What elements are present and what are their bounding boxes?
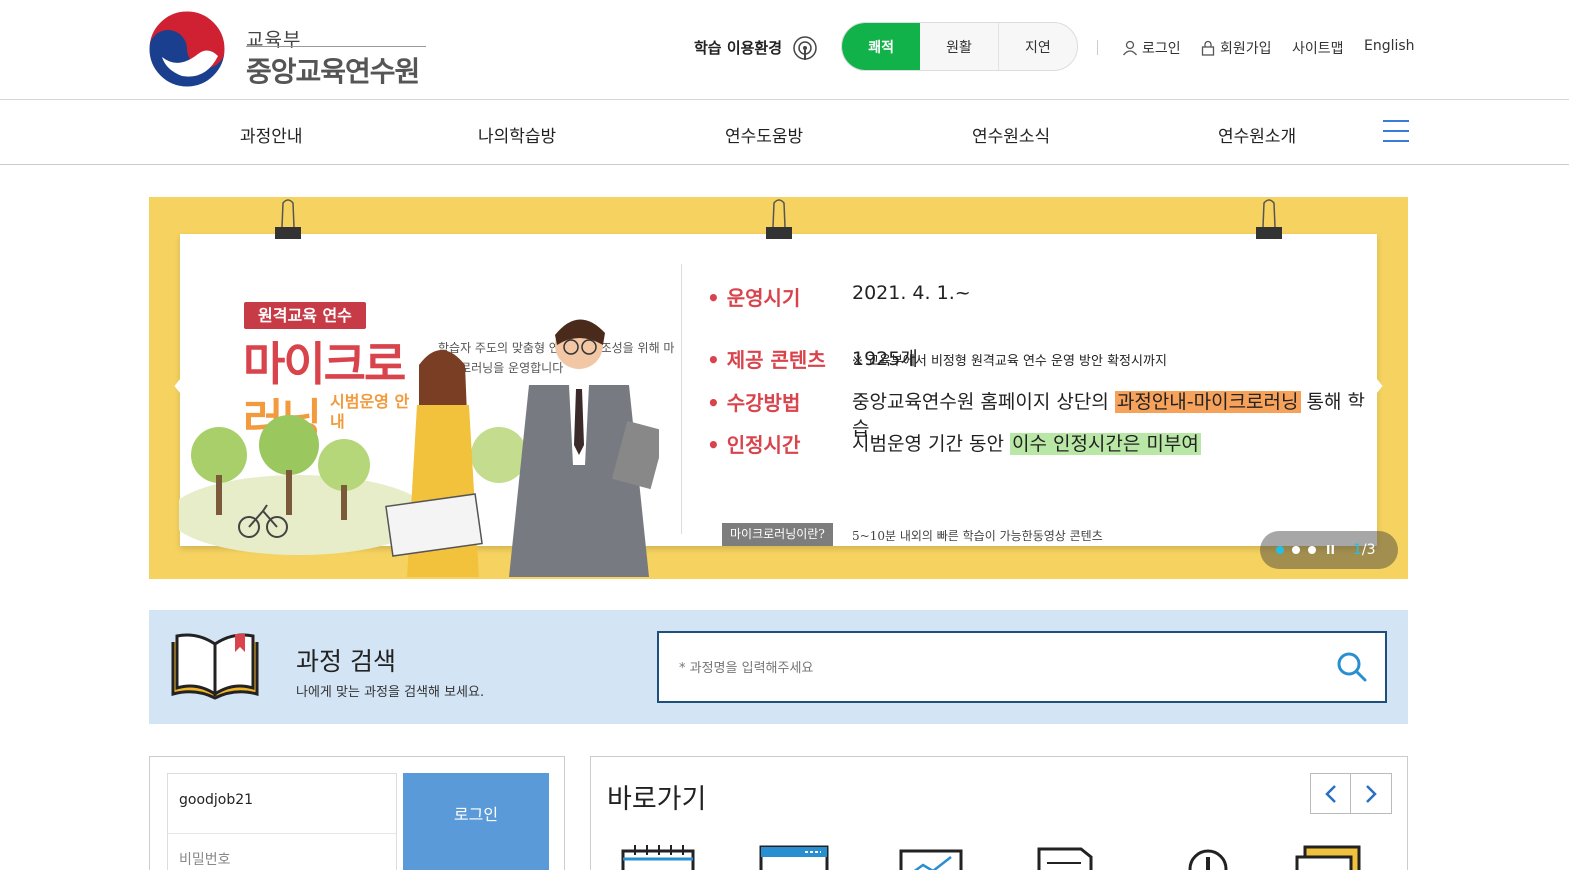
signup-link-label: 회원가입 xyxy=(1220,41,1272,57)
quick-links-panel: 바로가기 xyxy=(590,756,1408,870)
info-value-content: 1925개 xyxy=(852,348,918,370)
pager-dot-2[interactable] xyxy=(1292,546,1300,554)
quick-links-title: 바로가기 xyxy=(607,784,707,815)
signup-link[interactable]: 회원가입 xyxy=(1200,38,1272,58)
course-search-input[interactable] xyxy=(679,653,1319,683)
nav-item-news[interactable]: 연수원소식 xyxy=(972,122,1050,147)
search-title: 과정 검색 xyxy=(296,647,396,676)
quick-prev-button[interactable] xyxy=(1311,774,1352,813)
user-id-input[interactable] xyxy=(179,792,379,808)
nav-item-about[interactable]: 연수원소개 xyxy=(1218,122,1296,147)
binder-clip-icon xyxy=(275,199,301,239)
login-link[interactable]: 로그인 xyxy=(1122,38,1181,58)
hamburger-menu-icon[interactable] xyxy=(1383,120,1409,142)
chevron-right-icon xyxy=(1366,784,1377,803)
info-value-method-pre: 중앙교육연수원 홈페이지 상단의 xyxy=(852,391,1115,413)
info-label-method: 수강방법 xyxy=(707,387,801,416)
calendar-icon[interactable] xyxy=(621,843,695,870)
pager-dot-1[interactable] xyxy=(1276,546,1284,554)
search-icon[interactable] xyxy=(1335,650,1369,684)
info-value-hours-highlight: 이수 인정시간은 미부여 xyxy=(1009,433,1201,455)
taegeuk-emblem-icon xyxy=(148,10,226,88)
english-link-label: English xyxy=(1364,38,1415,54)
info-value-period: 2021. 4. 1.~ xyxy=(852,282,971,304)
main-navigation: 과정안내 나의학습방 연수도움방 연수원소식 연수원소개 xyxy=(0,100,1569,165)
open-book-icon xyxy=(171,633,259,700)
info-label-period: 운영시기 xyxy=(707,282,801,311)
binder-clip-icon xyxy=(766,199,792,239)
sitemap-link[interactable]: 사이트맵 xyxy=(1292,38,1344,58)
sitemap-link-label: 사이트맵 xyxy=(1292,41,1344,57)
nav-item-course-guide[interactable]: 과정안내 xyxy=(240,122,303,147)
search-subtitle: 나에게 맞는 과정을 검색해 보세요. xyxy=(296,685,485,700)
env-option-good[interactable]: 쾌적 xyxy=(842,23,921,70)
banner-divider xyxy=(681,264,682,534)
micro-learning-tag: 마이크로러닝이란? xyxy=(722,523,833,546)
info-label-hours: 인정시간 xyxy=(707,429,801,458)
course-search-section: 과정 검색 나에게 맞는 과정을 검색해 보세요. xyxy=(149,610,1408,724)
login-button[interactable]: 로그인 xyxy=(403,773,549,870)
info-value-hours-pre: 시범운영 기간 동안 xyxy=(852,433,1010,455)
password-field xyxy=(167,834,397,870)
logo-institute-text: 중앙교육연수원 xyxy=(246,55,420,88)
password-input[interactable] xyxy=(179,852,379,868)
chart-board-icon[interactable] xyxy=(895,843,969,870)
nav-item-help[interactable]: 연수도움방 xyxy=(725,122,803,147)
util-separator xyxy=(1097,40,1098,55)
banner-next-arrow-icon[interactable] xyxy=(1352,357,1388,415)
main-banner[interactable]: 원격교육 연수 마이크로 러닝 시범운영 안내 학습자 주도의 맞춤형 연수 환… xyxy=(149,197,1408,579)
info-value-hours: 시범운영 기간 동안 이수 인정시간은 미부여 xyxy=(852,429,1201,456)
quick-next-button[interactable] xyxy=(1351,774,1391,813)
micro-learning-description: 5~10분 내외의 빠른 학습이 가능한동영상 콘텐츠 xyxy=(852,529,1103,543)
learning-environment-label: 학습 이용환경 xyxy=(694,39,783,57)
pager-dot-3[interactable] xyxy=(1308,546,1316,554)
signal-icon xyxy=(793,36,817,60)
info-value-method-highlight: 과정안내-마이크로러닝 xyxy=(1114,391,1301,413)
login-link-label: 로그인 xyxy=(1142,41,1181,57)
env-option-slow[interactable]: 지연 xyxy=(999,23,1077,70)
document-icon[interactable] xyxy=(1031,843,1105,870)
env-option-normal[interactable]: 원활 xyxy=(920,23,999,70)
pager-total: /3 xyxy=(1361,542,1376,558)
pager-count: 1/3 xyxy=(1353,542,1376,558)
nav-item-my-learning[interactable]: 나의학습방 xyxy=(478,122,556,147)
user-icon xyxy=(1122,40,1138,56)
alert-icon[interactable] xyxy=(1171,843,1245,870)
login-panel: 로그인 xyxy=(149,756,565,870)
quick-links-nav xyxy=(1310,773,1392,814)
site-logo[interactable]: 교육부 중앙교육연수원 xyxy=(148,10,438,88)
environment-toggle: 쾌적 원활 지연 xyxy=(841,22,1078,71)
chevron-left-icon xyxy=(1324,784,1336,803)
site-header: 교육부 중앙교육연수원 학습 이용환경 쾌적 원활 지연 로그인 회원가입 사이… xyxy=(0,0,1569,100)
pager-current: 1 xyxy=(1352,542,1362,558)
banner-illustration xyxy=(179,319,659,577)
info-label-content: 제공 콘텐츠 xyxy=(707,344,826,373)
logo-divider xyxy=(246,46,426,47)
folder-icon[interactable] xyxy=(1291,843,1365,870)
binder-clip-icon xyxy=(1256,199,1282,239)
pause-button[interactable]: II xyxy=(1326,543,1335,557)
browser-window-icon[interactable] xyxy=(757,843,831,870)
lock-icon xyxy=(1201,40,1215,56)
english-link[interactable]: English xyxy=(1364,38,1415,54)
banner-pager: II 1/3 xyxy=(1260,531,1398,569)
user-id-field xyxy=(167,773,397,834)
logo-ministry-text: 교육부 xyxy=(246,29,302,51)
banner-prev-arrow-icon[interactable] xyxy=(169,357,205,415)
search-box xyxy=(657,631,1387,703)
